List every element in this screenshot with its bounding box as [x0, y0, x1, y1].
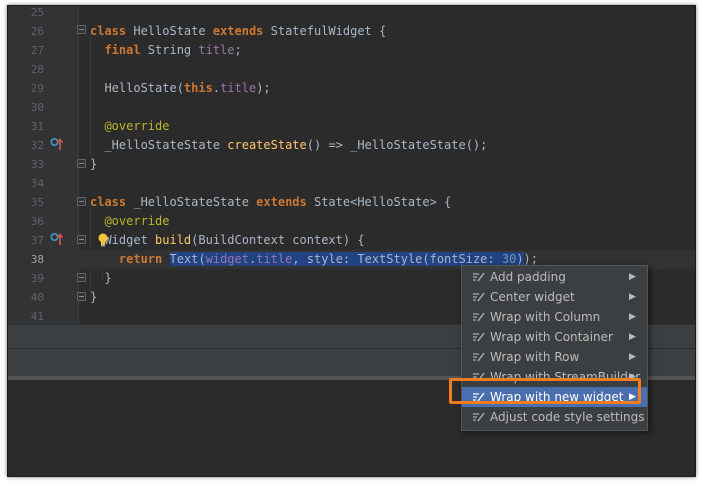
line-number: 28	[30, 63, 44, 76]
code-line[interactable]: 31 @override	[8, 117, 695, 136]
line-number: 27	[30, 44, 44, 57]
code-text[interactable]: HelloState(this.title);	[90, 79, 270, 98]
line-number: 40	[30, 291, 44, 304]
code-text[interactable]: @override	[90, 212, 169, 231]
lightbulb-icon[interactable]	[97, 233, 109, 247]
highlight-annotation	[449, 378, 641, 404]
line-number: 35	[30, 196, 44, 209]
code-line[interactable]: 32 _HelloStateState createState() => _He…	[8, 136, 695, 155]
code-line[interactable]: 29 HelloState(this.title);	[8, 79, 695, 98]
line-number: 31	[30, 120, 44, 133]
code-line[interactable]: 28	[8, 60, 695, 79]
code-line[interactable]: 26 class HelloState extends StatefulWidge…	[8, 22, 695, 41]
triangle-right-icon: ▶	[629, 352, 636, 362]
code-text[interactable]: }	[90, 288, 97, 307]
line-number: 34	[30, 177, 44, 190]
override-method-icon[interactable]	[50, 137, 64, 151]
line-number: 32	[30, 139, 44, 152]
code-text[interactable]: final String title;	[90, 41, 241, 60]
code-text[interactable]: }	[90, 155, 97, 174]
code-text[interactable]: class HelloState extends StatefulWidget …	[90, 22, 386, 41]
line-number: 39	[30, 272, 44, 285]
fold-marker[interactable]	[77, 292, 86, 301]
code-text[interactable]: @override	[90, 117, 169, 136]
menu-item-label: Add padding	[490, 270, 566, 284]
override-method-icon[interactable]	[50, 232, 64, 246]
code-line[interactable]: 25	[8, 6, 695, 22]
menu-item-label: Wrap with Column	[490, 310, 601, 324]
intention-icon	[473, 272, 485, 282]
line-number: 33	[30, 158, 44, 171]
fold-marker[interactable]	[77, 159, 86, 168]
code-line[interactable]: 33}	[8, 155, 695, 174]
line-number: 38	[30, 253, 44, 266]
intention-icon	[473, 312, 485, 322]
intention-icon	[473, 292, 485, 302]
line-number: 30	[30, 101, 44, 114]
menu-item-wrap-with-container[interactable]: Wrap with Container ▶	[462, 327, 647, 347]
fold-marker[interactable]	[77, 273, 86, 282]
fold-marker[interactable]	[77, 197, 86, 206]
code-line[interactable]: 34	[8, 174, 695, 193]
triangle-right-icon: ▶	[629, 272, 636, 282]
line-number: 25	[30, 6, 44, 19]
intention-actions-popup: Add padding ▶ Center widget ▶ Wrap with Colu…	[461, 265, 648, 431]
menu-item-add-padding[interactable]: Add padding ▶	[462, 267, 647, 287]
code-text[interactable]: Widget build(BuildContext context) {	[90, 231, 364, 250]
intention-icon	[473, 412, 485, 422]
ide-window: 25 26 class HelloState extends StatefulWid…	[7, 5, 696, 477]
menu-item-label: Wrap with Row	[490, 350, 580, 364]
code-line[interactable]: 37 Widget build(BuildContext context) {	[8, 231, 695, 250]
fold-marker[interactable]	[77, 25, 86, 34]
fold-marker[interactable]	[77, 235, 86, 244]
intention-icon	[473, 352, 485, 362]
code-line[interactable]: 36 @override	[8, 212, 695, 231]
triangle-right-icon: ▶	[629, 292, 636, 302]
code-text[interactable]: }	[90, 269, 111, 288]
line-number: 29	[30, 82, 44, 95]
triangle-right-icon: ▶	[629, 332, 636, 342]
intention-icon	[473, 332, 485, 342]
menu-item-wrap-with-row[interactable]: Wrap with Row ▶	[462, 347, 647, 367]
triangle-right-icon: ▶	[629, 312, 636, 322]
line-number: 37	[30, 234, 44, 247]
code-text[interactable]: _HelloStateState createState() => _Hello…	[90, 136, 487, 155]
code-line[interactable]: 30	[8, 98, 695, 117]
menu-item-adjust-code-style-settings[interactable]: Adjust code style settings	[462, 407, 647, 427]
line-number: 26	[30, 25, 44, 38]
menu-item-label: Center widget	[490, 290, 575, 304]
line-number: 36	[30, 215, 44, 228]
menu-item-center-widget[interactable]: Center widget ▶	[462, 287, 647, 307]
code-line[interactable]: 35 class _HelloStateState extends State<H…	[8, 193, 695, 212]
code-text[interactable]: class _HelloStateState extends State<Hel…	[90, 193, 451, 212]
code-line[interactable]: 27 final String title;	[8, 41, 695, 60]
menu-item-wrap-with-column[interactable]: Wrap with Column ▶	[462, 307, 647, 327]
menu-item-label: Adjust code style settings	[490, 410, 645, 424]
menu-item-label: Wrap with Container	[490, 330, 613, 344]
